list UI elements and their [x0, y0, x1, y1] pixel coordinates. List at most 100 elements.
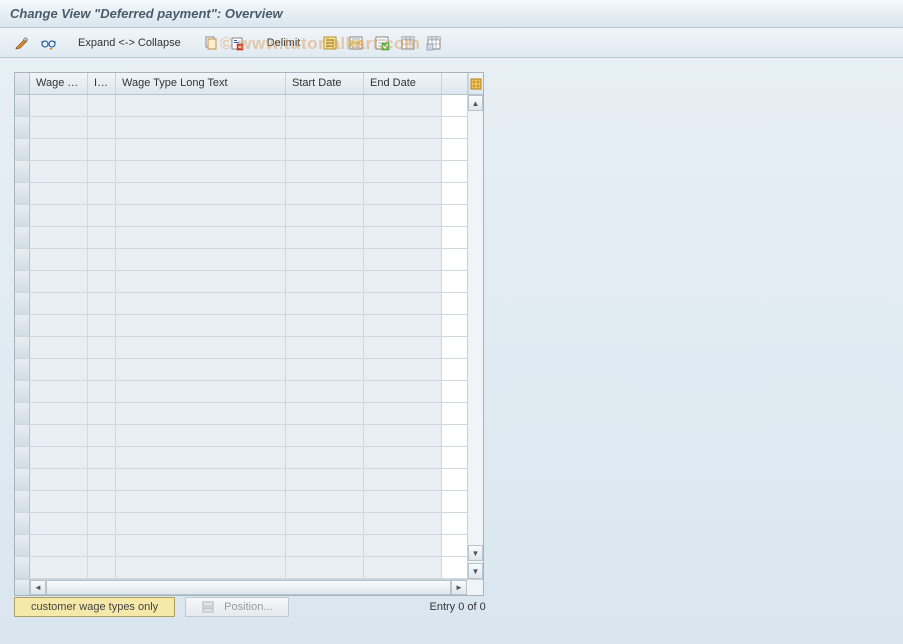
cell-start-date[interactable]	[286, 271, 364, 292]
toggle-display-change-button[interactable]	[10, 33, 34, 53]
cell-inf[interactable]	[88, 227, 116, 248]
row-selector[interactable]	[15, 227, 30, 248]
row-selector[interactable]	[15, 469, 30, 490]
row-selector[interactable]	[15, 425, 30, 446]
cell-wage-type[interactable]	[30, 117, 88, 138]
cell-long-text[interactable]	[116, 271, 286, 292]
cell-wage-type[interactable]	[30, 183, 88, 204]
cell-end-date[interactable]	[364, 183, 442, 204]
row-selector[interactable]	[15, 513, 30, 534]
position-button[interactable]: Position...	[185, 597, 289, 617]
cell-inf[interactable]	[88, 95, 116, 116]
row-selector[interactable]	[15, 271, 30, 292]
cell-start-date[interactable]	[286, 337, 364, 358]
row-selector[interactable]	[15, 161, 30, 182]
col-header-end-date[interactable]: End Date	[364, 73, 442, 94]
cell-end-date[interactable]	[364, 293, 442, 314]
cell-inf[interactable]	[88, 491, 116, 512]
cell-long-text[interactable]	[116, 557, 286, 578]
cell-end-date[interactable]	[364, 359, 442, 380]
cell-inf[interactable]	[88, 183, 116, 204]
cell-start-date[interactable]	[286, 139, 364, 160]
cell-long-text[interactable]	[116, 513, 286, 534]
cell-start-date[interactable]	[286, 513, 364, 534]
scroll-up-button[interactable]: ▲	[468, 95, 483, 111]
cell-inf[interactable]	[88, 249, 116, 270]
cell-long-text[interactable]	[116, 469, 286, 490]
cell-wage-type[interactable]	[30, 469, 88, 490]
deselect-all-button[interactable]	[370, 33, 394, 53]
cell-end-date[interactable]	[364, 381, 442, 402]
cell-inf[interactable]	[88, 535, 116, 556]
cell-inf[interactable]	[88, 205, 116, 226]
col-header-inf[interactable]: Inf...	[88, 73, 116, 94]
cell-start-date[interactable]	[286, 205, 364, 226]
cell-start-date[interactable]	[286, 403, 364, 424]
cell-wage-type[interactable]	[30, 271, 88, 292]
row-selector[interactable]	[15, 557, 30, 578]
scroll-track-v[interactable]	[468, 111, 483, 545]
cell-start-date[interactable]	[286, 315, 364, 336]
scroll-down-button[interactable]: ▼	[468, 545, 483, 561]
cell-end-date[interactable]	[364, 535, 442, 556]
cell-end-date[interactable]	[364, 161, 442, 182]
row-selector[interactable]	[15, 381, 30, 402]
cell-wage-type[interactable]	[30, 403, 88, 424]
row-selector[interactable]	[15, 535, 30, 556]
cell-end-date[interactable]	[364, 205, 442, 226]
cell-start-date[interactable]	[286, 249, 364, 270]
cell-start-date[interactable]	[286, 447, 364, 468]
cell-start-date[interactable]	[286, 359, 364, 380]
cell-wage-type[interactable]	[30, 205, 88, 226]
cell-long-text[interactable]	[116, 205, 286, 226]
cell-end-date[interactable]	[364, 139, 442, 160]
cell-inf[interactable]	[88, 293, 116, 314]
row-selector[interactable]	[15, 293, 30, 314]
cell-end-date[interactable]	[364, 95, 442, 116]
cell-end-date[interactable]	[364, 227, 442, 248]
table-settings-button[interactable]	[396, 33, 420, 53]
cell-long-text[interactable]	[116, 227, 286, 248]
cell-inf[interactable]	[88, 117, 116, 138]
scroll-down-button-2[interactable]: ▼	[468, 563, 483, 579]
select-all-button[interactable]	[318, 33, 342, 53]
cell-inf[interactable]	[88, 381, 116, 402]
cell-inf[interactable]	[88, 359, 116, 380]
cell-long-text[interactable]	[116, 161, 286, 182]
cell-inf[interactable]	[88, 403, 116, 424]
scroll-thumb-h[interactable]	[46, 580, 451, 595]
col-header-wage-type[interactable]: Wage Ty...	[30, 73, 88, 94]
cell-wage-type[interactable]	[30, 447, 88, 468]
cell-long-text[interactable]	[116, 337, 286, 358]
cell-long-text[interactable]	[116, 425, 286, 446]
cell-long-text[interactable]	[116, 293, 286, 314]
cell-end-date[interactable]	[364, 557, 442, 578]
cell-inf[interactable]	[88, 447, 116, 468]
cell-long-text[interactable]	[116, 95, 286, 116]
cell-wage-type[interactable]	[30, 249, 88, 270]
cell-inf[interactable]	[88, 469, 116, 490]
cell-start-date[interactable]	[286, 117, 364, 138]
cell-long-text[interactable]	[116, 381, 286, 402]
cell-end-date[interactable]	[364, 403, 442, 424]
cell-wage-type[interactable]	[30, 227, 88, 248]
row-selector[interactable]	[15, 183, 30, 204]
horizontal-scrollbar[interactable]: ◄ ►	[15, 579, 483, 595]
cell-long-text[interactable]	[116, 249, 286, 270]
cell-end-date[interactable]	[364, 513, 442, 534]
delete-button[interactable]	[225, 33, 249, 53]
row-selector[interactable]	[15, 139, 30, 160]
customer-wage-types-button[interactable]: customer wage types only	[14, 597, 175, 617]
cell-start-date[interactable]	[286, 425, 364, 446]
cell-long-text[interactable]	[116, 139, 286, 160]
cell-inf[interactable]	[88, 315, 116, 336]
row-selector[interactable]	[15, 315, 30, 336]
cell-end-date[interactable]	[364, 491, 442, 512]
copy-button[interactable]	[199, 33, 223, 53]
cell-inf[interactable]	[88, 271, 116, 292]
cell-inf[interactable]	[88, 337, 116, 358]
cell-wage-type[interactable]	[30, 513, 88, 534]
vertical-scrollbar[interactable]: ▲ ▼ ▼	[467, 73, 483, 579]
cell-long-text[interactable]	[116, 447, 286, 468]
cell-start-date[interactable]	[286, 469, 364, 490]
